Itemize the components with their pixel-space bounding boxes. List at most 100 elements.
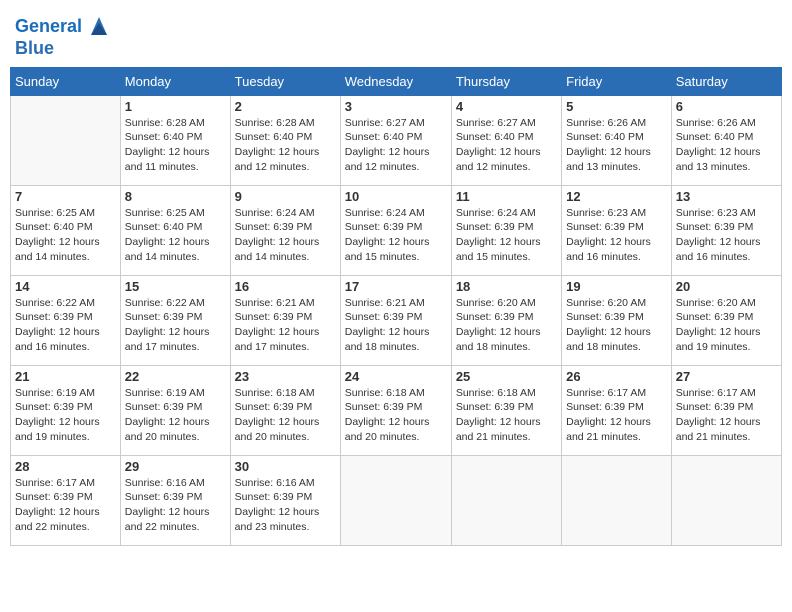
calendar-week-row: 7 Sunrise: 6:25 AM Sunset: 6:40 PM Daylig… <box>11 185 782 275</box>
calendar-cell: 23 Sunrise: 6:18 AM Sunset: 6:39 PM Dayli… <box>230 365 340 455</box>
calendar-cell: 20 Sunrise: 6:20 AM Sunset: 6:39 PM Dayli… <box>671 275 781 365</box>
day-info: Sunrise: 6:23 AM Sunset: 6:39 PM Dayligh… <box>566 206 667 265</box>
calendar-cell: 13 Sunrise: 6:23 AM Sunset: 6:39 PM Dayli… <box>671 185 781 275</box>
logo: General Blue <box>15 15 109 59</box>
day-number: 28 <box>15 459 116 474</box>
day-info: Sunrise: 6:19 AM Sunset: 6:39 PM Dayligh… <box>15 386 116 445</box>
day-number: 30 <box>235 459 336 474</box>
day-info: Sunrise: 6:24 AM Sunset: 6:39 PM Dayligh… <box>235 206 336 265</box>
day-info: Sunrise: 6:25 AM Sunset: 6:40 PM Dayligh… <box>15 206 116 265</box>
day-info: Sunrise: 6:28 AM Sunset: 6:40 PM Dayligh… <box>125 116 226 175</box>
weekday-header: Wednesday <box>340 67 451 95</box>
day-number: 5 <box>566 99 667 114</box>
calendar-cell: 25 Sunrise: 6:18 AM Sunset: 6:39 PM Dayli… <box>451 365 561 455</box>
calendar-cell: 3Sunrise: 6:27 AM Sunset: 6:40 PM Daylig… <box>340 95 451 185</box>
day-number: 16 <box>235 279 336 294</box>
calendar-cell: 18 Sunrise: 6:20 AM Sunset: 6:39 PM Dayli… <box>451 275 561 365</box>
calendar-cell: 10 Sunrise: 6:24 AM Sunset: 6:39 PM Dayli… <box>340 185 451 275</box>
calendar-cell: 9 Sunrise: 6:24 AM Sunset: 6:39 PM Daylig… <box>230 185 340 275</box>
logo-text: General <box>15 15 109 39</box>
day-info: Sunrise: 6:17 AM Sunset: 6:39 PM Dayligh… <box>566 386 667 445</box>
day-info: Sunrise: 6:28 AM Sunset: 6:40 PM Dayligh… <box>235 116 336 175</box>
calendar-table: SundayMondayTuesdayWednesdayThursdayFrid… <box>10 67 782 546</box>
calendar-cell: 16 Sunrise: 6:21 AM Sunset: 6:39 PM Dayli… <box>230 275 340 365</box>
weekday-header: Friday <box>562 67 672 95</box>
day-info: Sunrise: 6:16 AM Sunset: 6:39 PM Dayligh… <box>235 476 336 535</box>
day-info: Sunrise: 6:24 AM Sunset: 6:39 PM Dayligh… <box>345 206 447 265</box>
calendar-cell: 12 Sunrise: 6:23 AM Sunset: 6:39 PM Dayli… <box>562 185 672 275</box>
calendar-cell: 30 Sunrise: 6:16 AM Sunset: 6:39 PM Dayli… <box>230 455 340 545</box>
day-info: Sunrise: 6:20 AM Sunset: 6:39 PM Dayligh… <box>566 296 667 355</box>
calendar-cell: 1Sunrise: 6:28 AM Sunset: 6:40 PM Daylig… <box>120 95 230 185</box>
day-number: 12 <box>566 189 667 204</box>
day-info: Sunrise: 6:16 AM Sunset: 6:39 PM Dayligh… <box>125 476 226 535</box>
day-number: 22 <box>125 369 226 384</box>
weekday-header: Sunday <box>11 67 121 95</box>
day-info: Sunrise: 6:23 AM Sunset: 6:39 PM Dayligh… <box>676 206 777 265</box>
calendar-week-row: 28 Sunrise: 6:17 AM Sunset: 6:39 PM Dayli… <box>11 455 782 545</box>
weekday-header: Monday <box>120 67 230 95</box>
day-number: 15 <box>125 279 226 294</box>
day-number: 20 <box>676 279 777 294</box>
calendar-cell: 6 Sunrise: 6:26 AM Sunset: 6:40 PM Daylig… <box>671 95 781 185</box>
day-info: Sunrise: 6:18 AM Sunset: 6:39 PM Dayligh… <box>456 386 557 445</box>
calendar-header: SundayMondayTuesdayWednesdayThursdayFrid… <box>11 67 782 95</box>
day-info: Sunrise: 6:18 AM Sunset: 6:39 PM Dayligh… <box>345 386 447 445</box>
calendar-cell <box>11 95 121 185</box>
calendar-cell: 15 Sunrise: 6:22 AM Sunset: 6:39 PM Dayli… <box>120 275 230 365</box>
day-number: 10 <box>345 189 447 204</box>
day-number: 4 <box>456 99 557 114</box>
calendar-cell: 14 Sunrise: 6:22 AM Sunset: 6:39 PM Dayli… <box>11 275 121 365</box>
day-info: Sunrise: 6:20 AM Sunset: 6:39 PM Dayligh… <box>676 296 777 355</box>
calendar-cell: 7 Sunrise: 6:25 AM Sunset: 6:40 PM Daylig… <box>11 185 121 275</box>
day-info: Sunrise: 6:19 AM Sunset: 6:39 PM Dayligh… <box>125 386 226 445</box>
day-number: 3 <box>345 99 447 114</box>
calendar-cell <box>451 455 561 545</box>
day-number: 14 <box>15 279 116 294</box>
day-info: Sunrise: 6:26 AM Sunset: 6:40 PM Dayligh… <box>566 116 667 175</box>
day-number: 29 <box>125 459 226 474</box>
day-number: 7 <box>15 189 116 204</box>
day-number: 13 <box>676 189 777 204</box>
day-number: 25 <box>456 369 557 384</box>
calendar-cell: 22 Sunrise: 6:19 AM Sunset: 6:39 PM Dayli… <box>120 365 230 455</box>
calendar-week-row: 21Sunrise: 6:19 AM Sunset: 6:39 PM Dayli… <box>11 365 782 455</box>
calendar-cell: 28 Sunrise: 6:17 AM Sunset: 6:39 PM Dayli… <box>11 455 121 545</box>
page-header: General Blue <box>10 10 782 59</box>
day-info: Sunrise: 6:21 AM Sunset: 6:39 PM Dayligh… <box>235 296 336 355</box>
day-info: Sunrise: 6:22 AM Sunset: 6:39 PM Dayligh… <box>125 296 226 355</box>
weekday-header: Tuesday <box>230 67 340 95</box>
day-number: 8 <box>125 189 226 204</box>
calendar-cell: 8 Sunrise: 6:25 AM Sunset: 6:40 PM Daylig… <box>120 185 230 275</box>
day-info: Sunrise: 6:21 AM Sunset: 6:39 PM Dayligh… <box>345 296 447 355</box>
day-number: 23 <box>235 369 336 384</box>
calendar-week-row: 14 Sunrise: 6:22 AM Sunset: 6:39 PM Dayli… <box>11 275 782 365</box>
day-number: 18 <box>456 279 557 294</box>
day-number: 11 <box>456 189 557 204</box>
day-number: 6 <box>676 99 777 114</box>
day-info: Sunrise: 6:26 AM Sunset: 6:40 PM Dayligh… <box>676 116 777 175</box>
calendar-cell: 21Sunrise: 6:19 AM Sunset: 6:39 PM Dayli… <box>11 365 121 455</box>
weekday-header: Thursday <box>451 67 561 95</box>
calendar-cell: 2 Sunrise: 6:28 AM Sunset: 6:40 PM Daylig… <box>230 95 340 185</box>
calendar-cell: 19Sunrise: 6:20 AM Sunset: 6:39 PM Dayli… <box>562 275 672 365</box>
day-info: Sunrise: 6:17 AM Sunset: 6:39 PM Dayligh… <box>676 386 777 445</box>
day-info: Sunrise: 6:22 AM Sunset: 6:39 PM Dayligh… <box>15 296 116 355</box>
day-info: Sunrise: 6:24 AM Sunset: 6:39 PM Dayligh… <box>456 206 557 265</box>
calendar-cell: 17 Sunrise: 6:21 AM Sunset: 6:39 PM Dayli… <box>340 275 451 365</box>
weekday-header: Saturday <box>671 67 781 95</box>
calendar-cell <box>671 455 781 545</box>
day-info: Sunrise: 6:18 AM Sunset: 6:39 PM Dayligh… <box>235 386 336 445</box>
calendar-cell <box>340 455 451 545</box>
day-info: Sunrise: 6:25 AM Sunset: 6:40 PM Dayligh… <box>125 206 226 265</box>
day-number: 24 <box>345 369 447 384</box>
day-info: Sunrise: 6:17 AM Sunset: 6:39 PM Dayligh… <box>15 476 116 535</box>
day-info: Sunrise: 6:20 AM Sunset: 6:39 PM Dayligh… <box>456 296 557 355</box>
calendar-body: 1Sunrise: 6:28 AM Sunset: 6:40 PM Daylig… <box>11 95 782 545</box>
calendar-cell: 26Sunrise: 6:17 AM Sunset: 6:39 PM Dayli… <box>562 365 672 455</box>
day-number: 9 <box>235 189 336 204</box>
calendar-cell: 29 Sunrise: 6:16 AM Sunset: 6:39 PM Dayli… <box>120 455 230 545</box>
calendar-week-row: 1Sunrise: 6:28 AM Sunset: 6:40 PM Daylig… <box>11 95 782 185</box>
day-number: 2 <box>235 99 336 114</box>
day-number: 17 <box>345 279 447 294</box>
